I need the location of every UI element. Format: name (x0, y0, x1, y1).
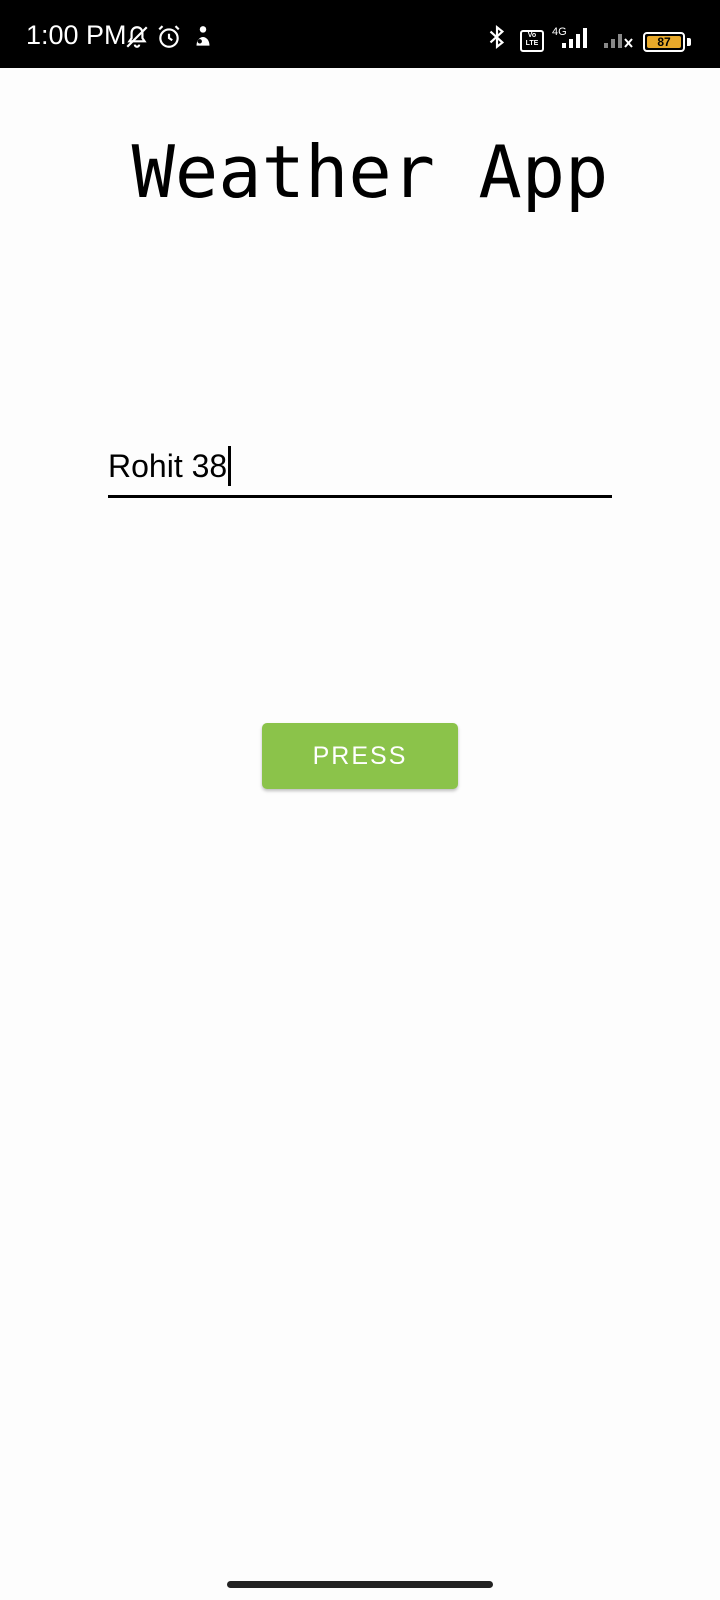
signal-icon (560, 24, 590, 50)
press-button[interactable]: PRESS (262, 723, 458, 789)
bluetooth-icon (484, 24, 510, 50)
app-title: Weather App (131, 130, 609, 214)
city-input-value: Rohit 38 (108, 447, 228, 484)
status-bar: 1:00 PM Vo LTE 4G 87 (0, 0, 720, 68)
city-input[interactable]: Rohit 38 (108, 440, 612, 498)
app-notification-icon (190, 24, 216, 50)
volte-icon: Vo LTE (520, 30, 544, 52)
text-cursor (228, 446, 232, 486)
status-time: 1:00 PM (26, 20, 127, 50)
city-input-text[interactable]: Rohit 38 (108, 440, 612, 492)
battery-icon: 87 (643, 32, 685, 52)
home-indicator[interactable] (227, 1581, 493, 1588)
alarm-icon (156, 24, 182, 50)
battery-tip (687, 38, 691, 46)
battery-level: 87 (647, 36, 681, 48)
notifications-off-icon (124, 24, 150, 50)
signal-no-service-icon (602, 24, 634, 50)
